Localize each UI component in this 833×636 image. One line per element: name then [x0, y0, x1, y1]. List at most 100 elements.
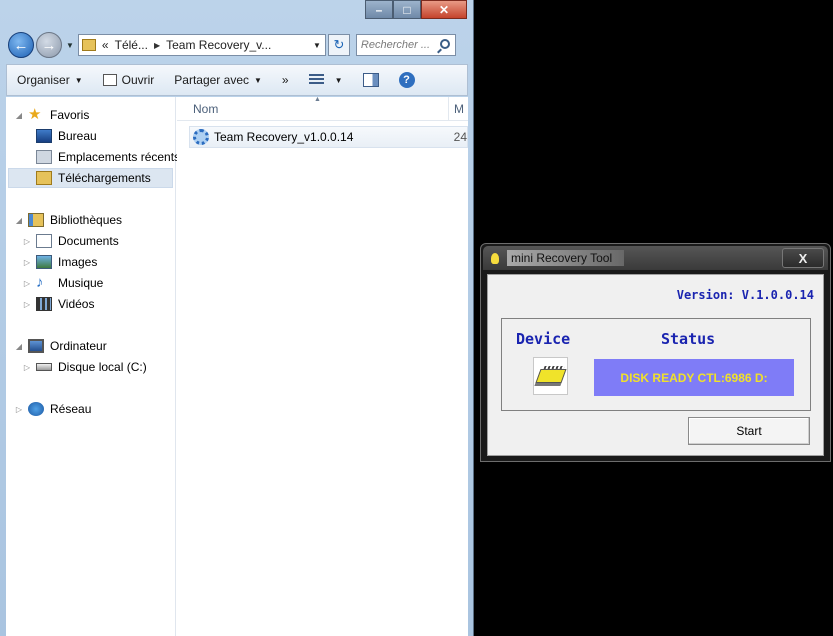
- breadcrumb-separator-icon[interactable]: ▶: [154, 41, 160, 50]
- expand-icon[interactable]: ▷: [22, 363, 32, 372]
- expand-icon[interactable]: ▷: [22, 258, 32, 267]
- nav-favorites-label: Favoris: [50, 108, 90, 122]
- nav-computer[interactable]: ◢ Ordinateur: [14, 336, 107, 356]
- recovery-tool-window: mini Recovery Tool X Version: V.1.0.0.14…: [480, 243, 831, 462]
- organize-button[interactable]: Organiser ▼: [7, 65, 93, 95]
- forward-button[interactable]: →: [36, 32, 62, 58]
- chip-icon: [534, 369, 567, 383]
- refresh-icon: ↻: [333, 37, 345, 52]
- file-list: Nom ▲ M Team Recovery_v1.0.0.14 24: [177, 96, 468, 636]
- share-label: Partager avec: [174, 73, 249, 87]
- recent-places-icon: [36, 150, 52, 164]
- nav-favorites[interactable]: ◢ ★ Favoris: [14, 105, 89, 125]
- search-box[interactable]: [355, 34, 456, 56]
- libraries-icon: [28, 213, 44, 227]
- nav-downloads[interactable]: Téléchargements: [8, 168, 173, 188]
- device-chip: [533, 357, 568, 395]
- nav-videos-label: Vidéos: [58, 297, 95, 311]
- downloads-folder-icon: [36, 171, 52, 185]
- nav-computer-label: Ordinateur: [50, 339, 107, 353]
- column-modified-header[interactable]: M: [454, 102, 464, 116]
- music-icon: ♪: [36, 274, 44, 291]
- status-header: Status: [661, 330, 716, 348]
- help-button[interactable]: ?: [389, 65, 425, 95]
- expand-icon[interactable]: ▷: [14, 405, 24, 414]
- device-status-group: Device Status DISK READY CTL:6986 D:: [501, 318, 811, 411]
- file-name: Team Recovery_v1.0.0.14: [214, 130, 354, 144]
- desktop-icon: [36, 129, 52, 143]
- computer-icon: [28, 339, 44, 353]
- breadcrumb-current[interactable]: Team Recovery_v...: [166, 38, 271, 52]
- expand-icon[interactable]: ◢: [14, 342, 24, 351]
- nav-libraries-label: Bibliothèques: [50, 213, 123, 227]
- nav-documents[interactable]: ▷ Documents: [22, 231, 119, 251]
- refresh-button[interactable]: ↻: [327, 34, 350, 56]
- tool-title: mini Recovery Tool: [507, 250, 625, 266]
- column-divider[interactable]: [448, 97, 449, 121]
- column-headers: Nom ▲ M: [177, 96, 468, 121]
- images-icon: [36, 255, 52, 269]
- gear-icon: [193, 129, 209, 145]
- nav-music-label: Musique: [58, 276, 104, 290]
- videos-icon: [36, 297, 52, 311]
- file-date-partial: 24: [453, 130, 467, 144]
- nav-network-label: Réseau: [50, 402, 92, 416]
- expand-icon[interactable]: ▷: [22, 300, 32, 309]
- expand-icon[interactable]: ◢: [14, 216, 24, 225]
- forward-arrow-icon: →: [41, 36, 57, 54]
- search-input[interactable]: [360, 39, 437, 51]
- tool-title-bar[interactable]: mini Recovery Tool X: [483, 246, 828, 270]
- expand-icon[interactable]: ▷: [22, 237, 32, 246]
- nav-desktop-label: Bureau: [58, 129, 97, 143]
- address-row: ← → ▼ « Télé... ▶ Team Recovery_v... ▼ ↻: [8, 30, 466, 60]
- close-button[interactable]: ✕: [421, 0, 467, 19]
- status-display: DISK READY CTL:6986 D:: [594, 359, 794, 396]
- nav-local-disk-label: Disque local (C:): [58, 360, 147, 374]
- explorer-body: ◢ ★ Favoris Bureau Emplacements récents …: [6, 96, 468, 636]
- file-row[interactable]: Team Recovery_v1.0.0.14 24: [189, 126, 468, 148]
- open-button[interactable]: Ouvrir: [93, 65, 165, 95]
- folder-icon: [81, 39, 96, 51]
- back-button[interactable]: ←: [8, 32, 34, 58]
- nav-desktop[interactable]: Bureau: [36, 126, 97, 146]
- help-icon: ?: [398, 72, 415, 88]
- nav-recent-places[interactable]: Emplacements récents: [36, 147, 180, 167]
- address-bar[interactable]: « Télé... ▶ Team Recovery_v... ▼: [77, 34, 326, 56]
- open-label: Ouvrir: [121, 73, 155, 87]
- network-icon: [28, 402, 44, 416]
- views-icon: [308, 74, 324, 86]
- breadcrumb-downloads[interactable]: Télé...: [115, 38, 148, 52]
- minimize-button[interactable]: –: [365, 0, 393, 19]
- expand-icon[interactable]: ◢: [14, 111, 24, 120]
- recent-pages-dropdown[interactable]: ▼: [66, 41, 74, 50]
- share-button[interactable]: Partager avec ▼: [164, 65, 272, 95]
- nav-libraries[interactable]: ◢ Bibliothèques: [14, 210, 122, 230]
- version-label: Version: V.1.0.0.14: [676, 288, 814, 302]
- nav-videos[interactable]: ▷ Vidéos: [22, 294, 94, 314]
- preview-pane-button[interactable]: [353, 65, 389, 95]
- nav-local-disk[interactable]: ▷ Disque local (C:): [22, 357, 147, 377]
- maximize-button[interactable]: □: [393, 0, 421, 19]
- views-button[interactable]: ▼: [299, 65, 353, 95]
- nav-recent-label: Emplacements récents: [58, 150, 181, 164]
- window-caption-buttons: – □ ✕: [365, 0, 467, 19]
- nav-images[interactable]: ▷ Images: [22, 252, 97, 272]
- nav-images-label: Images: [58, 255, 98, 269]
- column-name-header[interactable]: Nom: [193, 102, 218, 116]
- sort-ascending-icon: ▲: [314, 96, 321, 103]
- explorer-window: – □ ✕ ← → ▼ « Télé... ▶ Team Recovery_v.…: [0, 0, 474, 636]
- nav-downloads-label: Téléchargements: [58, 171, 151, 185]
- address-dropdown-icon[interactable]: ▼: [313, 41, 321, 50]
- expand-icon[interactable]: ▷: [22, 279, 32, 288]
- nav-network[interactable]: ▷ Réseau: [14, 399, 91, 419]
- back-arrow-icon: ←: [13, 36, 29, 54]
- nav-music[interactable]: ▷ ♪ Musique: [22, 273, 103, 293]
- organize-label: Organiser: [17, 73, 70, 87]
- preview-pane-icon: [362, 73, 379, 87]
- more-commands-button[interactable]: »: [272, 65, 299, 95]
- start-button[interactable]: Start: [688, 417, 810, 445]
- bulb-icon: [491, 252, 499, 264]
- search-icon[interactable]: [439, 39, 450, 49]
- tool-close-button[interactable]: X: [782, 248, 824, 268]
- address-overflow[interactable]: «: [102, 38, 109, 52]
